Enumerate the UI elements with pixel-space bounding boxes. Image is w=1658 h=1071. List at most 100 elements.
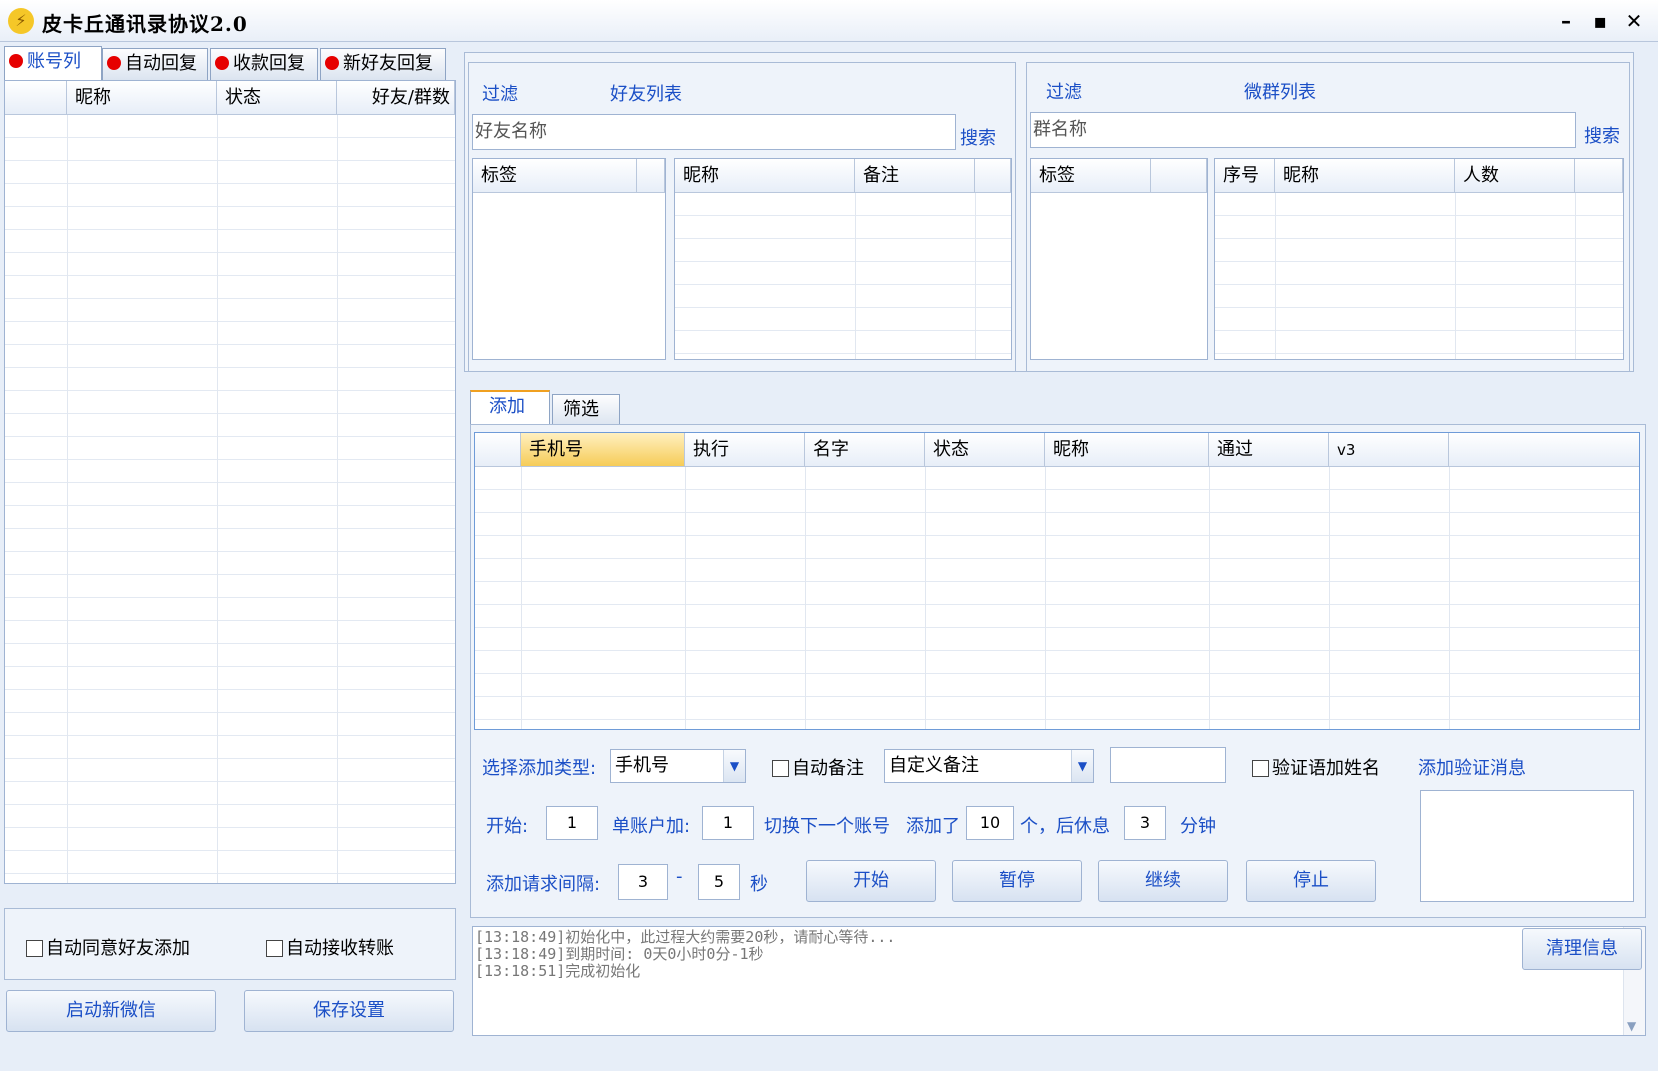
- friends-filter-label: 过滤: [482, 84, 518, 105]
- add-table-body: [475, 467, 1639, 729]
- col-status[interactable]: 状态: [217, 81, 337, 114]
- col-phone[interactable]: 手机号: [521, 433, 685, 466]
- verify-message-input[interactable]: [1420, 790, 1634, 902]
- tab-auto-reply[interactable]: 自动回复: [102, 48, 208, 80]
- col-nickname[interactable]: 昵称: [67, 81, 217, 114]
- col-blank: [1449, 433, 1639, 466]
- friend-tag-table[interactable]: 标签: [472, 158, 666, 360]
- row-header-cell: [475, 433, 521, 466]
- rest-minutes-input[interactable]: 3: [1124, 806, 1166, 840]
- continue-button[interactable]: 继续: [1098, 860, 1228, 902]
- checkbox-icon: [1252, 760, 1269, 777]
- checkbox-icon: [772, 760, 789, 777]
- friends-list-title: 好友列表: [610, 84, 682, 105]
- per-account-input[interactable]: 1: [702, 806, 754, 840]
- clear-log-button[interactable]: 清理信息: [1522, 928, 1642, 970]
- col-blank: [1151, 159, 1207, 192]
- pause-button[interactable]: 暂停: [952, 860, 1082, 902]
- save-settings-button[interactable]: 保存设置: [244, 990, 454, 1032]
- auto-receive-label: 自动接收转账: [286, 938, 394, 959]
- col-nickname[interactable]: 昵称: [1045, 433, 1209, 466]
- status-dot-icon: [325, 56, 339, 70]
- log-area[interactable]: [13:18:49]初始化中，此过程大约需要20秒，请耐心等待... [13:1…: [472, 926, 1646, 1036]
- status-dot-icon: [215, 56, 229, 70]
- maximize-button[interactable]: ▪: [1586, 8, 1614, 34]
- tab-accounts[interactable]: 账号列: [4, 46, 102, 82]
- stop-button[interactable]: 停止: [1246, 860, 1376, 902]
- col-index[interactable]: 序号: [1215, 159, 1275, 192]
- col-nickname[interactable]: 昵称: [675, 159, 855, 192]
- added-count-input[interactable]: 10: [966, 806, 1014, 840]
- status-dot-icon: [9, 54, 23, 68]
- row-header-cell: [5, 81, 67, 114]
- group-tag-table[interactable]: 标签: [1030, 158, 1208, 360]
- tab-payment-reply[interactable]: 收款回复: [210, 48, 318, 80]
- switch-account-label: 切换下一个账号: [764, 816, 890, 837]
- groups-filter-label: 过滤: [1046, 82, 1082, 103]
- friend-list-header: 昵称 备注: [675, 159, 1011, 193]
- col-blank: [975, 159, 1011, 192]
- added-label: 添加了: [906, 816, 960, 837]
- status-dot-icon: [107, 56, 121, 70]
- friends-search-button[interactable]: 搜索: [960, 124, 996, 150]
- col-execute[interactable]: 执行: [685, 433, 805, 466]
- checkbox-icon: [26, 940, 43, 957]
- col-status[interactable]: 状态: [925, 433, 1045, 466]
- note-text-input[interactable]: [1110, 747, 1226, 783]
- chevron-down-icon[interactable]: ▼: [1071, 750, 1093, 782]
- col-name[interactable]: 名字: [805, 433, 925, 466]
- title-bar: [0, 0, 1658, 42]
- rest-label: 个，后休息: [1020, 816, 1110, 837]
- start-button[interactable]: 开始: [806, 860, 936, 902]
- interval-max-input[interactable]: 5: [698, 864, 740, 900]
- tab-new-friend-reply[interactable]: 新好友回复: [320, 48, 446, 80]
- verify-name-checkbox[interactable]: 验证语加姓名: [1252, 754, 1380, 780]
- log-line: [13:18:49]到期时间: 0天0小时0分-1秒: [475, 945, 764, 963]
- groups-search-button[interactable]: 搜索: [1584, 122, 1620, 148]
- add-table[interactable]: 手机号 执行 名字 状态 昵称 通过 v3: [474, 432, 1640, 730]
- chevron-down-icon[interactable]: ▼: [723, 750, 745, 782]
- group-name-input[interactable]: 群名称: [1030, 112, 1576, 148]
- log-line: [13:18:49]初始化中，此过程大约需要20秒，请耐心等待...: [475, 928, 896, 946]
- col-tag[interactable]: 标签: [473, 159, 637, 192]
- col-blank: [1575, 159, 1623, 192]
- col-nickname[interactable]: 昵称: [1275, 159, 1455, 192]
- launch-wechat-button[interactable]: 启动新微信: [6, 990, 216, 1032]
- col-passed[interactable]: 通过: [1209, 433, 1329, 466]
- group-list-body: [1215, 193, 1623, 359]
- groups-list-title: 微群列表: [1244, 82, 1316, 103]
- minimize-button[interactable]: –: [1552, 8, 1580, 34]
- start-input[interactable]: 1: [546, 806, 598, 840]
- second-label: 秒: [750, 874, 768, 895]
- friend-name-input[interactable]: 好友名称: [472, 114, 956, 150]
- note-value: 自定义备注: [889, 755, 979, 776]
- col-tag[interactable]: 标签: [1031, 159, 1151, 192]
- start-label: 开始:: [486, 816, 529, 837]
- auto-note-checkbox[interactable]: 自动备注: [772, 754, 864, 780]
- tab-add[interactable]: 添加: [470, 390, 550, 426]
- group-list-table[interactable]: 序号 昵称 人数: [1214, 158, 1624, 360]
- account-table-body: [5, 115, 455, 883]
- chevron-down-icon[interactable]: ▼: [1627, 1019, 1636, 1033]
- close-button[interactable]: ✕: [1620, 8, 1648, 34]
- auto-note-label: 自动备注: [792, 758, 864, 779]
- account-table[interactable]: 昵称 状态 好友/群数: [4, 80, 456, 884]
- auto-accept-checkbox[interactable]: 自动同意好友添加: [26, 934, 190, 960]
- add-type-select[interactable]: 手机号 ▼: [610, 749, 746, 783]
- group-tag-header: 标签: [1031, 159, 1207, 193]
- friend-tag-header: 标签: [473, 159, 665, 193]
- col-v3[interactable]: v3: [1329, 433, 1449, 466]
- tab-label: 新好友回复: [343, 53, 433, 74]
- col-remark[interactable]: 备注: [855, 159, 975, 192]
- col-friends-groups[interactable]: 好友/群数: [337, 81, 455, 114]
- tab-label: 自动回复: [125, 53, 197, 74]
- add-type-label: 选择添加类型:: [482, 758, 597, 779]
- friend-list-table[interactable]: 昵称 备注: [674, 158, 1012, 360]
- col-member-count[interactable]: 人数: [1455, 159, 1575, 192]
- tab-filter[interactable]: 筛选: [552, 394, 620, 426]
- interval-min-input[interactable]: 3: [618, 864, 668, 900]
- auto-receive-checkbox[interactable]: 自动接收转账: [266, 934, 394, 960]
- auto-accept-label: 自动同意好友添加: [46, 938, 190, 959]
- note-select[interactable]: 自定义备注 ▼: [884, 749, 1094, 783]
- checkbox-icon: [266, 940, 283, 957]
